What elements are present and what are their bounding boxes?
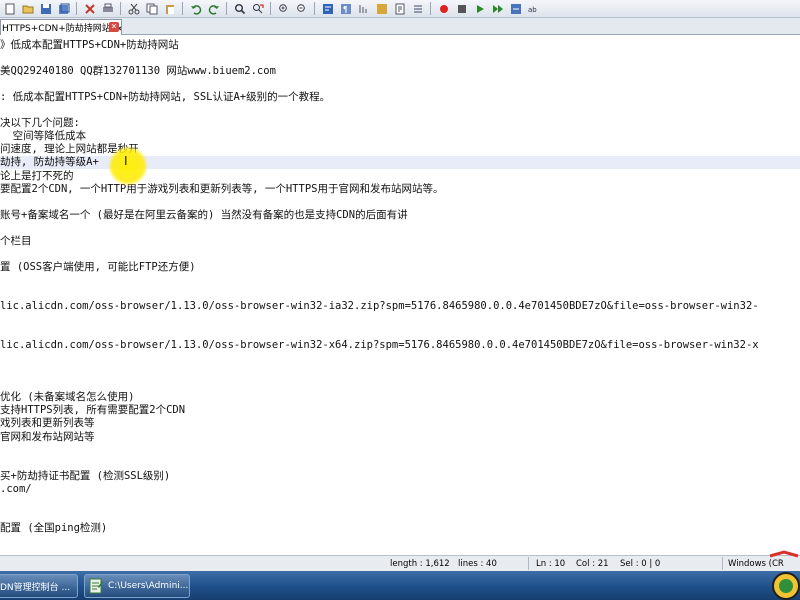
tab-label: HTTPS+CDN+防劫持网站.txt <box>2 24 122 34</box>
editor-line[interactable]: 优化 (未备案域名怎么使用) <box>0 391 800 404</box>
status-separator <box>528 557 529 570</box>
editor-line[interactable] <box>0 326 800 339</box>
editor-line[interactable]: 决以下几个问题: <box>0 117 800 130</box>
editor-line[interactable]: 官网和发布站网站等 <box>0 431 800 444</box>
undo-icon[interactable] <box>188 2 203 16</box>
editor-line[interactable]: 账号+备案域名一个 (最好是在阿里云备案的) 当然没有备案的也是支持CDN的后面… <box>0 209 800 222</box>
editor-line[interactable]: 戏列表和更新列表等 <box>0 417 800 430</box>
stop-macro-icon[interactable] <box>454 2 469 16</box>
user-language-icon[interactable] <box>374 2 389 16</box>
status-separator <box>722 557 723 570</box>
editor-line[interactable] <box>0 248 800 261</box>
windows-taskbar: DN管理控制台 ... C:\Users\Admini... <box>0 571 800 600</box>
editor-line[interactable]: 置 (OSS客户端使用, 可能比FTP还方便) <box>0 261 800 274</box>
corner-logo-icon <box>769 550 800 600</box>
zoom-out-icon[interactable] <box>294 2 309 16</box>
paste-icon[interactable] <box>162 2 177 16</box>
taskbar-item-label: DN管理控制台 ... <box>0 582 71 593</box>
tab-https-cdn-file[interactable]: HTTPS+CDN+防劫持网站.txt ✕ <box>0 19 122 35</box>
taskbar-item-cdn-console[interactable]: DN管理控制台 ... <box>0 574 78 598</box>
editor-line[interactable] <box>0 457 800 470</box>
zoom-in-icon[interactable] <box>276 2 291 16</box>
status-length: length : 1,612 <box>390 559 450 569</box>
play-macro-multiple-icon[interactable] <box>490 2 505 16</box>
editor-line[interactable]: lic.alicdn.com/oss-browser/1.13.0/oss-br… <box>0 339 800 352</box>
taskbar-item-notepad[interactable]: C:\Users\Admini... <box>84 574 190 598</box>
toolbar-separator <box>120 2 121 15</box>
save-macro-icon[interactable] <box>508 2 523 16</box>
editor-line[interactable]: 买+防劫持证书配置 (检测SSL级别) <box>0 470 800 483</box>
toolbar-separator <box>76 2 77 15</box>
editor-line[interactable] <box>0 78 800 91</box>
cut-icon[interactable] <box>126 2 141 16</box>
editor-line[interactable] <box>0 378 800 391</box>
open-folder-icon[interactable] <box>20 2 35 16</box>
find-icon[interactable] <box>232 2 247 16</box>
status-column: Col : 21 <box>576 559 609 569</box>
editor-line[interactable]: lic.alicdn.com/oss-browser/1.13.0/oss-br… <box>0 300 800 313</box>
editor-line[interactable] <box>0 509 800 522</box>
toolbar-separator <box>430 2 431 15</box>
doc-map-icon[interactable] <box>392 2 407 16</box>
editor-line[interactable]: 》低成本配置HTTPS+CDN+防劫持网站 <box>0 39 800 52</box>
toolbar-separator <box>182 2 183 15</box>
editor-line[interactable]: 个栏目 <box>0 235 800 248</box>
close-tab-icon[interactable]: ✕ <box>109 22 119 32</box>
toolbar: ¶ ab <box>0 0 800 18</box>
svg-text:ab: ab <box>528 6 537 14</box>
editor-line[interactable] <box>0 496 800 509</box>
new-file-icon[interactable] <box>2 2 17 16</box>
editor-line[interactable] <box>0 365 800 378</box>
notepad-icon <box>89 578 103 594</box>
taskbar-item-label: C:\Users\Admini... <box>108 581 189 591</box>
save-icon[interactable] <box>38 2 53 16</box>
editor-line[interactable] <box>0 444 800 457</box>
toolbar-separator <box>270 2 271 15</box>
mouse-highlight <box>108 146 148 186</box>
svg-text:¶: ¶ <box>343 5 348 14</box>
editor-line[interactable]: : 低成本配置HTTPS+CDN+防劫持网站, SSL认证A+级别的一个教程。 <box>0 91 800 104</box>
status-line-number: Ln : 10 <box>536 559 566 569</box>
record-macro-icon[interactable] <box>436 2 451 16</box>
print-icon[interactable] <box>100 2 115 16</box>
save-all-icon[interactable] <box>56 2 71 16</box>
editor-line[interactable]: .com/ <box>0 483 800 496</box>
editor-line[interactable] <box>0 352 800 365</box>
editor-line[interactable] <box>0 222 800 235</box>
editor-line[interactable] <box>0 287 800 300</box>
editor-line[interactable] <box>0 196 800 209</box>
status-lines: lines : 40 <box>458 559 497 569</box>
editor-line[interactable] <box>0 104 800 117</box>
editor-line[interactable]: 支持HTTPS列表, 所有需要配置2个CDN <box>0 404 800 417</box>
toolbar-separator <box>314 2 315 15</box>
text-cursor-icon: I <box>124 154 128 168</box>
editor-line[interactable]: 配置 (全国ping检测) <box>0 522 800 535</box>
show-all-chars-icon[interactable]: ¶ <box>338 2 353 16</box>
abc-spellcheck-icon[interactable]: ab <box>526 2 541 16</box>
editor-line[interactable] <box>0 313 800 326</box>
editor-line[interactable] <box>0 52 800 65</box>
editor-line[interactable]: 美QQ29240180 QQ群132701130 网站www.biuem2.co… <box>0 65 800 78</box>
editor-line[interactable]: 空间等降低成本 <box>0 130 800 143</box>
status-bar: length : 1,612 lines : 40 Ln : 10 Col : … <box>0 555 800 571</box>
indent-guide-icon[interactable] <box>356 2 371 16</box>
status-selection: Sel : 0 | 0 <box>620 559 661 569</box>
replace-icon[interactable] <box>250 2 265 16</box>
editor-line[interactable] <box>0 274 800 287</box>
close-file-icon[interactable] <box>82 2 97 16</box>
redo-icon[interactable] <box>206 2 221 16</box>
word-wrap-icon[interactable] <box>320 2 335 16</box>
function-list-icon[interactable] <box>410 2 425 16</box>
toolbar-separator <box>226 2 227 15</box>
text-editor[interactable]: 》低成本配置HTTPS+CDN+防劫持网站 美QQ29240180 QQ群1327… <box>0 36 800 554</box>
copy-icon[interactable] <box>144 2 159 16</box>
tab-bar: HTTPS+CDN+防劫持网站.txt ✕ <box>0 18 800 35</box>
play-macro-icon[interactable] <box>472 2 487 16</box>
